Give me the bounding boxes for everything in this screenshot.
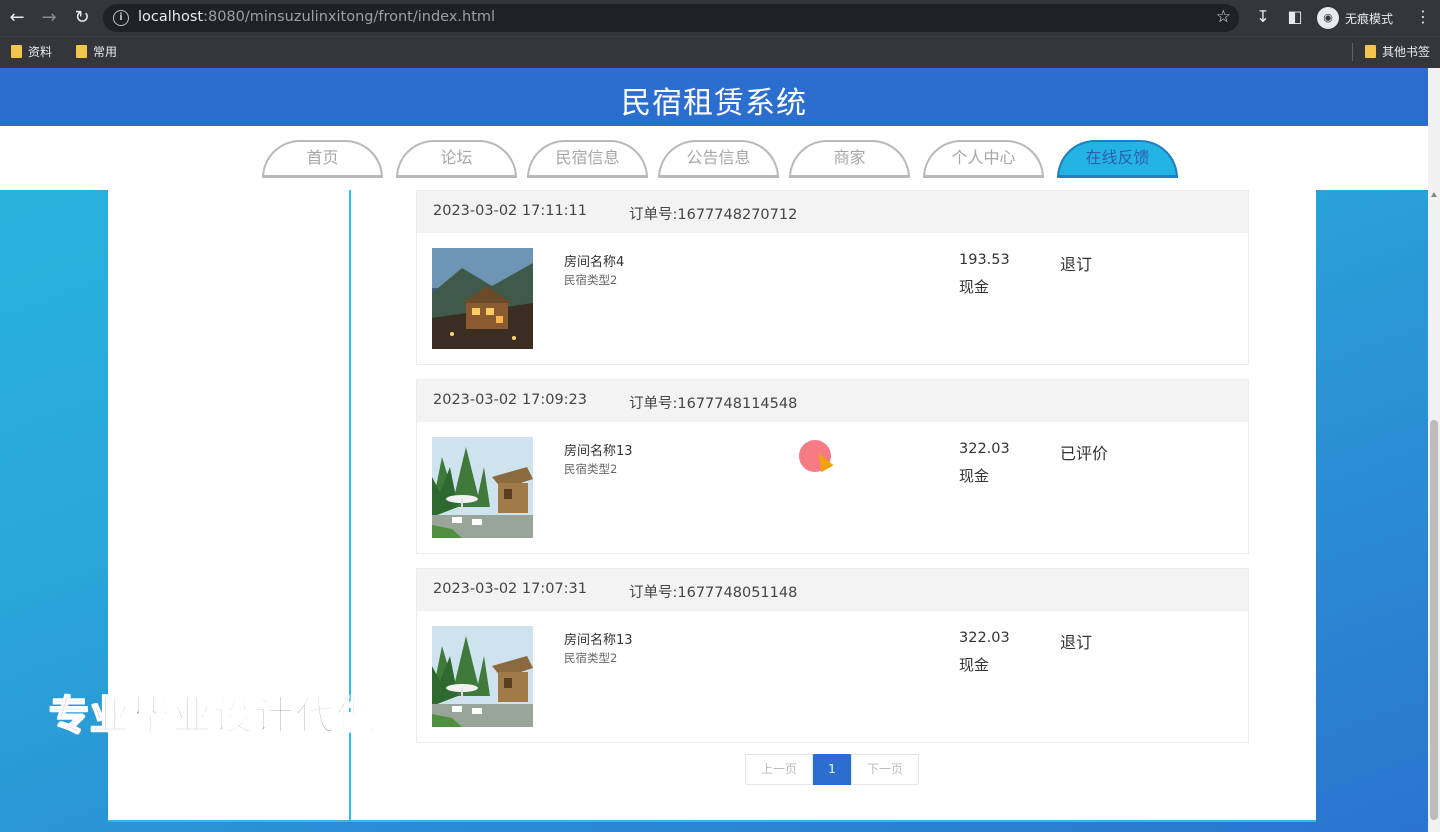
nav-tab-profile[interactable]: 个人中心	[923, 140, 1044, 178]
scroll-up-arrow-icon[interactable]	[1431, 192, 1437, 197]
bookmark-label: 资料	[28, 45, 53, 59]
bookmark-divider	[1352, 43, 1353, 61]
incognito-label: 无痕模式	[1345, 11, 1394, 26]
bookmark-folder-other[interactable]: 其他书签	[1365, 43, 1430, 60]
bookmark-star-icon[interactable]: ☆	[1216, 7, 1231, 27]
bookmark-folder-changyong[interactable]: 常用	[76, 43, 117, 60]
panel-bottom-border	[108, 820, 1316, 822]
site-title: 民宿租赁系统	[621, 86, 807, 121]
bookmark-label: 常用	[93, 45, 118, 59]
room-image[interactable]	[432, 248, 533, 349]
next-page-button[interactable]: 下一页	[851, 754, 919, 785]
room-type: 民宿类型2	[564, 462, 618, 476]
order-header: 2023-03-02 17:07:31 订单号:1677748051148	[417, 569, 1248, 611]
prev-page-button[interactable]: 上一页	[745, 754, 813, 785]
order-time: 2023-03-02 17:11:11	[433, 203, 587, 219]
folder-icon	[1365, 45, 1376, 58]
reload-icon[interactable]: ↻	[70, 6, 94, 30]
menu-kebab-icon[interactable]: ⋮	[1412, 6, 1434, 28]
watermark-text: 专业毕业设计代做	[48, 692, 377, 740]
page-1-button[interactable]: 1	[813, 754, 851, 785]
incognito-badge[interactable]: ◉ 无痕模式	[1313, 4, 1403, 32]
folder-icon	[11, 45, 22, 58]
address-bar[interactable]: i localhost:8080/minsuzulinxitong/front/…	[103, 4, 1239, 32]
nav-tab-forum[interactable]: 论坛	[396, 140, 517, 178]
order-card: 2023-03-02 17:09:23 订单号:1677748114548 房间…	[416, 379, 1249, 554]
bookmark-folder-ziliao[interactable]: 资料	[11, 43, 52, 60]
download-icon[interactable]: ↧	[1252, 6, 1274, 28]
order-number: 订单号:1677748270712	[629, 207, 798, 223]
order-number: 订单号:1677748051148	[629, 585, 798, 601]
scrollbar-thumb[interactable]	[1430, 420, 1438, 820]
back-arrow-icon[interactable]: ←	[5, 6, 29, 30]
site-header: 民宿租赁系统	[0, 68, 1428, 126]
site-info-icon[interactable]: i	[113, 10, 129, 26]
room-type: 民宿类型2	[564, 651, 618, 665]
pagination: 上一页 1 下一页	[745, 754, 919, 785]
payment-method: 现金	[959, 656, 990, 674]
side-panel-icon[interactable]: ◧	[1284, 6, 1306, 28]
order-time: 2023-03-02 17:09:23	[433, 392, 587, 408]
order-time: 2023-03-02 17:07:31	[433, 581, 587, 597]
order-price: 193.53	[959, 252, 1010, 268]
room-name[interactable]: 房间名称13	[564, 629, 633, 648]
order-status[interactable]: 退订	[1060, 629, 1092, 653]
browser-toolbar: ← → ↻ i localhost:8080/minsuzulinxitong/…	[0, 0, 1440, 36]
payment-method: 现金	[959, 278, 990, 296]
order-status[interactable]: 退订	[1060, 251, 1092, 275]
page-scrollbar[interactable]	[1428, 68, 1440, 832]
order-header: 2023-03-02 17:09:23 订单号:1677748114548	[417, 380, 1248, 422]
bookmark-label: 其他书签	[1382, 45, 1431, 59]
incognito-icon: ◉	[1317, 7, 1339, 29]
order-card: 2023-03-02 17:07:31 订单号:1677748051148 房间…	[416, 568, 1249, 743]
order-number: 订单号:1677748114548	[629, 396, 798, 412]
order-price: 322.03	[959, 441, 1010, 457]
order-status[interactable]: 已评价	[1060, 440, 1108, 464]
nav-tab-feedback[interactable]: 在线反馈	[1057, 140, 1178, 178]
order-card: 2023-03-02 17:11:11 订单号:1677748270712 房间…	[416, 190, 1249, 365]
main-nav: 首页 论坛 民宿信息 公告信息 商家 个人中心 在线反馈	[0, 126, 1428, 190]
bookmarks-bar: 资料 常用 其他书签	[0, 36, 1440, 68]
nav-tab-announcements[interactable]: 公告信息	[658, 140, 779, 178]
room-name[interactable]: 房间名称13	[564, 440, 633, 459]
url-text: localhost:8080/minsuzulinxitong/front/in…	[138, 9, 496, 25]
nav-tab-homestay-info[interactable]: 民宿信息	[527, 140, 648, 178]
order-header: 2023-03-02 17:11:11 订单号:1677748270712	[417, 191, 1248, 233]
payment-method: 现金	[959, 467, 990, 485]
room-image[interactable]	[432, 437, 533, 538]
nav-tab-home[interactable]: 首页	[262, 140, 383, 178]
room-type: 民宿类型2	[564, 273, 618, 287]
room-name[interactable]: 房间名称4	[564, 251, 624, 270]
order-price: 322.03	[959, 630, 1010, 646]
nav-tab-merchants[interactable]: 商家	[789, 140, 910, 178]
forward-arrow-icon[interactable]: →	[37, 6, 61, 30]
room-image[interactable]	[432, 626, 533, 727]
folder-icon	[76, 45, 87, 58]
